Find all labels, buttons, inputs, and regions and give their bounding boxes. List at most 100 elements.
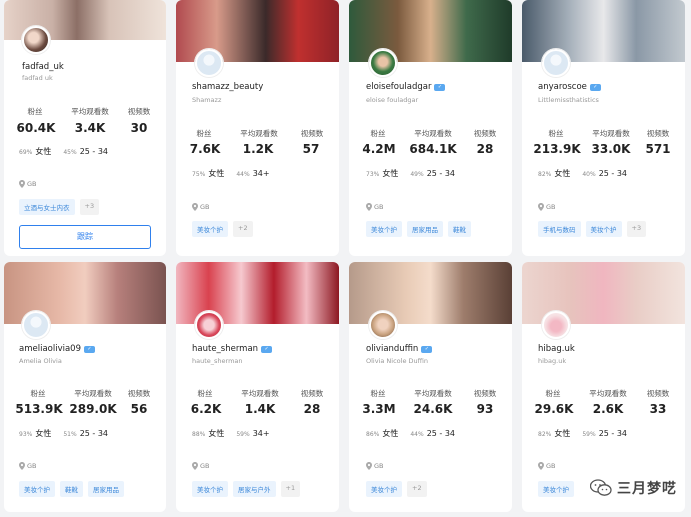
category-tags: 美妆个护 <box>538 481 574 497</box>
female-pct: 75% <box>192 171 206 178</box>
more-tags[interactable]: +2 <box>407 481 427 497</box>
creator-name-text: eloisefouladgar <box>366 82 432 92</box>
videos-value: 93 <box>476 402 494 416</box>
female-pct: 73% <box>366 171 380 178</box>
female-pct: 82% <box>538 171 552 178</box>
avg-views-value: 2.6K <box>592 402 624 416</box>
location-pin-icon <box>366 462 372 470</box>
more-tags[interactable]: +3 <box>626 221 647 237</box>
creator-card[interactable]: eloisefouladgar ✓ eloise fouladgar 粉丝 平均观… <box>349 0 512 256</box>
location: GB <box>19 462 37 470</box>
followers-label: 粉丝 <box>545 389 561 398</box>
category-tags: 立酒与女士内衣 +3 <box>19 199 100 215</box>
avatar[interactable] <box>369 49 397 77</box>
creator-card[interactable]: anyaroscoe ✓ Littlemissthatistics 粉丝 平均观看… <box>522 0 685 256</box>
avatar[interactable] <box>195 49 223 77</box>
location-pin-icon <box>19 462 25 470</box>
creator-name[interactable]: fadfad_uk <box>22 62 64 72</box>
female-pct: 93% <box>19 431 33 438</box>
category-tag[interactable]: 居家用品 <box>407 221 443 237</box>
videos-label: 视频数 <box>473 389 497 398</box>
creator-card[interactable]: hibag.uk hibag.uk 粉丝 平均观看数 视频数 29.6K 2.6… <box>522 262 685 512</box>
more-tags[interactable]: +1 <box>280 481 301 497</box>
creator-name[interactable]: shamazz_beauty <box>192 82 263 92</box>
avg-views-label: 平均观看数 <box>592 129 630 138</box>
creator-handle: Amelia Olivia <box>19 357 62 365</box>
category-tags: 美妆个护 +2 <box>366 481 427 497</box>
age-range: 25 - 34 <box>598 169 628 178</box>
followers-value: 213.9K <box>533 142 581 156</box>
age-pct: 40% <box>582 171 596 178</box>
creator-name[interactable]: eloisefouladgar ✓ <box>366 82 446 92</box>
videos-label: 视频数 <box>300 389 324 398</box>
category-tag[interactable]: 美妆个护 <box>192 221 228 237</box>
creator-name[interactable]: olivianduffin ✓ <box>366 344 433 354</box>
category-tag[interactable]: 美妆个护 <box>366 481 402 497</box>
location-pin-icon <box>192 203 198 211</box>
category-tags: 美妆个护 居家用品 鞋靴 <box>366 221 471 237</box>
location: GB <box>538 203 556 211</box>
creator-name[interactable]: hibag.uk <box>538 344 575 354</box>
followers-label: 粉丝 <box>548 129 564 138</box>
creator-card[interactable]: fadfad_uk fadfad uk 粉丝 平均观看数 视频数 60.4K 3… <box>4 0 166 256</box>
category-tag[interactable]: 美妆个护 <box>585 221 622 237</box>
videos-label: 视频数 <box>127 107 151 116</box>
category-tags: 美妆个护 居家与户外 +1 <box>192 481 301 497</box>
avg-views-label: 平均观看数 <box>240 129 278 138</box>
location-text: GB <box>27 462 37 470</box>
category-tag[interactable]: 美妆个护 <box>538 481 574 497</box>
avatar[interactable] <box>22 311 50 339</box>
location: GB <box>538 462 556 470</box>
creator-name[interactable]: haute_sherman ✓ <box>192 344 273 354</box>
location-text: GB <box>546 462 556 470</box>
female-pct: 82% <box>538 431 552 438</box>
creator-name-text: anyaroscoe <box>538 82 587 92</box>
audience-demographics: 75% 女性 44% 34+ <box>192 168 270 179</box>
avatar[interactable] <box>542 49 570 77</box>
verified-badge-icon: ✓ <box>421 345 433 353</box>
location-pin-icon <box>366 203 372 211</box>
category-tag[interactable]: 鞋靴 <box>60 481 83 497</box>
category-tag[interactable]: 美妆个护 <box>366 221 402 237</box>
avg-views-label: 平均观看数 <box>74 389 112 398</box>
category-tag[interactable]: 居家与户外 <box>233 481 276 497</box>
category-tag[interactable]: 美妆个护 <box>192 481 228 497</box>
category-tag[interactable]: 鞋靴 <box>448 221 471 237</box>
avg-views-label: 平均观看数 <box>414 129 452 138</box>
location-text: GB <box>27 180 37 188</box>
creator-card[interactable]: olivianduffin ✓ Olivia Nicole Duffin 粉丝 平… <box>349 262 512 512</box>
watermark: 三月梦呓 <box>590 478 677 498</box>
avatar[interactable] <box>369 311 397 339</box>
age-range: 25 - 34 <box>79 429 109 438</box>
category-tag[interactable]: 美妆个护 <box>19 481 55 497</box>
creator-name[interactable]: ameliaolivia09 ✓ <box>19 344 95 354</box>
videos-label: 视频数 <box>473 129 497 138</box>
followers-label: 粉丝 <box>196 129 212 138</box>
more-tags[interactable]: +2 <box>233 221 253 237</box>
female-label: 女性 <box>208 169 225 178</box>
creator-card[interactable]: ameliaolivia09 ✓ Amelia Olivia 粉丝 平均观看数 视… <box>4 262 166 512</box>
creator-name[interactable]: anyaroscoe ✓ <box>538 82 601 92</box>
age-pct: 51% <box>63 431 77 438</box>
creator-card[interactable]: haute_sherman ✓ haute_sherman 粉丝 平均观看数 视频… <box>176 262 339 512</box>
category-tag[interactable]: 手机与数码 <box>538 221 581 237</box>
avatar[interactable] <box>195 311 223 339</box>
more-tags[interactable]: +3 <box>79 199 100 215</box>
age-range: 25 - 34 <box>598 429 628 438</box>
avatar[interactable] <box>542 311 570 339</box>
followers-label: 粉丝 <box>197 389 213 398</box>
female-label: 女性 <box>554 169 571 178</box>
category-tag[interactable]: 居家用品 <box>88 481 124 497</box>
audience-demographics: 82% 女性 40% 25 - 34 <box>538 168 627 179</box>
avg-views-value: 3.4K <box>74 121 106 135</box>
creator-name-text: shamazz_beauty <box>192 82 264 92</box>
age-pct: 59% <box>582 431 596 438</box>
creator-card[interactable]: shamazz_beauty Shamazz 粉丝 平均观看数 视频数 7.6K… <box>176 0 339 256</box>
female-pct: 69% <box>19 149 33 156</box>
avatar[interactable] <box>22 26 50 54</box>
female-pct: 86% <box>366 431 380 438</box>
videos-label: 视频数 <box>646 389 670 398</box>
follow-button[interactable]: 跟踪 <box>19 225 151 249</box>
category-tag[interactable]: 立酒与女士内衣 <box>19 199 75 215</box>
female-pct: 88% <box>192 431 206 438</box>
